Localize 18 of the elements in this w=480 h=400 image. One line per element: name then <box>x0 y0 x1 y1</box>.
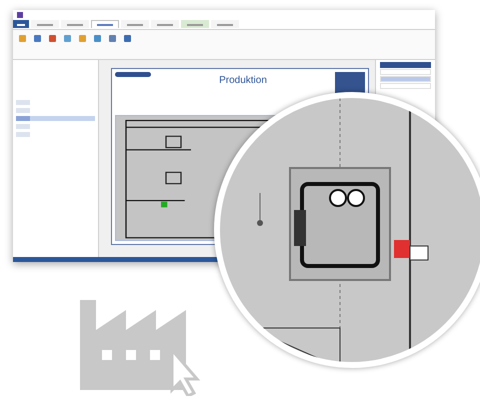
label-tag <box>115 72 151 77</box>
list-item[interactable] <box>16 116 95 121</box>
table-row[interactable] <box>380 83 431 89</box>
ribbon-icon[interactable] <box>124 35 131 42</box>
ribbon-icon[interactable] <box>64 35 71 42</box>
table-row[interactable] <box>380 69 431 75</box>
page-title: Produktion <box>218 75 268 86</box>
app-icon <box>17 12 23 18</box>
ribbon-icon[interactable] <box>79 35 86 42</box>
ribbon-icon[interactable] <box>49 35 56 42</box>
ribbon-icon[interactable] <box>109 35 116 42</box>
ribbon-icon[interactable] <box>19 35 26 42</box>
ribbon-icon[interactable] <box>94 35 101 42</box>
ribbon-tab[interactable] <box>13 20 29 28</box>
ribbon-icon[interactable] <box>34 35 41 42</box>
table-row[interactable] <box>380 76 431 82</box>
table-header <box>380 62 431 68</box>
ribbon-tab[interactable] <box>91 20 119 28</box>
